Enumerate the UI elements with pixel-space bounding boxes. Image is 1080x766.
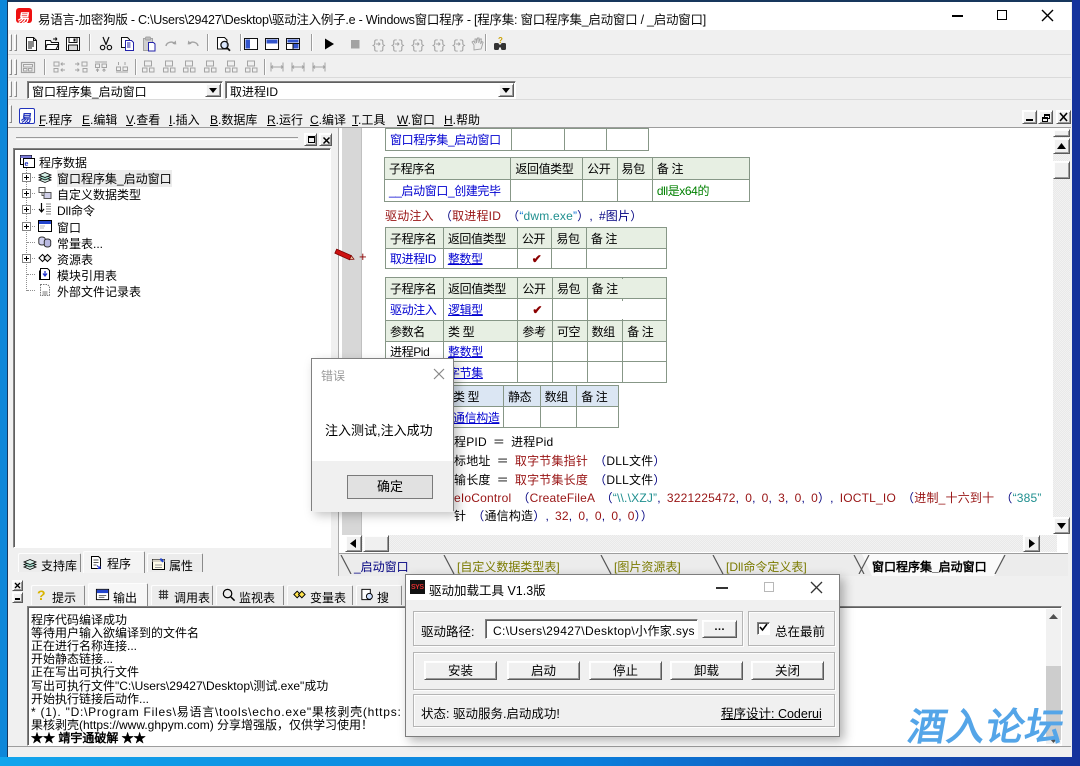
svg-text:e: e (25, 161, 29, 168)
